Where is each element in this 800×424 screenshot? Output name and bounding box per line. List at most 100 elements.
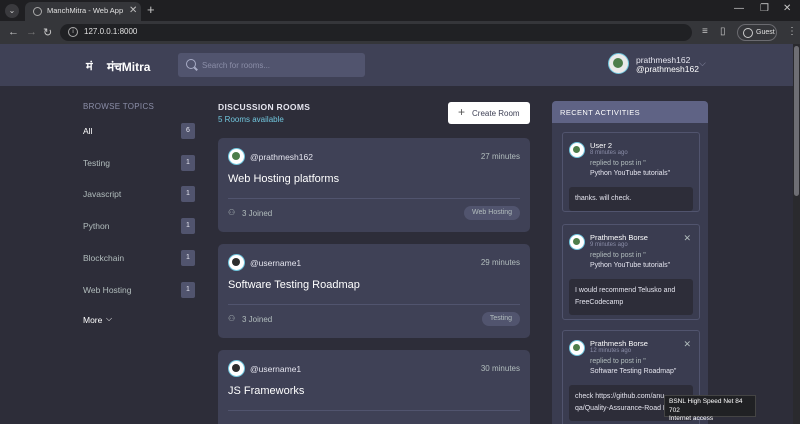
activity-avatar[interactable]	[569, 234, 585, 250]
topic-item-python[interactable]: Python 1	[83, 218, 195, 234]
activity-time: 8 minutes ago	[590, 150, 628, 156]
activity-user[interactable]: Prathmesh Borse	[590, 339, 648, 348]
room-divider	[228, 304, 520, 305]
back-arrow-icon[interactable]: ←	[8, 26, 19, 38]
topic-item-web-hosting[interactable]: Web Hosting 1	[83, 282, 195, 298]
topic-item-testing[interactable]: Testing 1	[83, 155, 195, 171]
window-close-icon[interactable]: ✕	[783, 3, 791, 14]
activity-user[interactable]: User 2	[590, 141, 612, 150]
activity-text: replied to post in "	[590, 252, 646, 259]
activity-avatar[interactable]	[569, 142, 585, 158]
room-name[interactable]: Web Hosting platforms	[228, 173, 339, 185]
logo-icon[interactable]: मं	[86, 59, 93, 74]
activities-header: RECENT ACTIVITIES	[552, 101, 708, 123]
topic-item-blockchain[interactable]: Blockchain 1	[83, 250, 195, 266]
browse-topics-heading: BROWSE TOPICS	[83, 102, 155, 111]
topic-label: Python	[83, 221, 110, 231]
room-time: 27 minutes	[480, 152, 520, 161]
room-card[interactable]: @username1 29 minutes Software Testing R…	[218, 244, 530, 338]
chevron-down-icon[interactable]: ⌵	[106, 314, 112, 324]
address-bar[interactable]: i 127.0.0.1:8000	[60, 24, 692, 41]
rooms-title: DISCUSSION ROOMS	[218, 102, 311, 112]
user-handle[interactable]: @prathmesh162	[636, 64, 699, 74]
scrollbar-thumb[interactable]	[794, 46, 799, 196]
room-card[interactable]: @prathmesh162 27 minutes Web Hosting pla…	[218, 138, 530, 232]
activity-room[interactable]: Python YouTube tutorials"	[590, 262, 670, 269]
media-controls-icon[interactable]: ≡	[702, 26, 708, 37]
person-icon	[743, 28, 753, 38]
activity-text: replied to post in "	[590, 160, 646, 167]
guest-label: Guest	[756, 29, 775, 36]
more-topics-link[interactable]: More	[83, 315, 102, 325]
create-room-button[interactable]: + Create Room	[448, 102, 530, 124]
reload-icon[interactable]: ↻	[43, 26, 52, 39]
side-panel-icon[interactable]: ▯	[720, 26, 726, 37]
topic-count: 1	[181, 186, 195, 202]
room-name[interactable]: JS Frameworks	[228, 385, 304, 397]
room-host[interactable]: @username1	[250, 258, 301, 268]
activity-card: User 2 8 minutes ago replied to post in …	[562, 132, 700, 212]
guest-profile-button[interactable]: Guest	[737, 24, 777, 41]
topic-count: 1	[181, 282, 195, 298]
maximize-icon[interactable]: ❐	[760, 3, 769, 14]
activity-card: Prathmesh Borse 9 minutes ago ✕ replied …	[562, 224, 700, 320]
topic-label: Javascript	[83, 189, 122, 199]
people-icon: ⚇	[228, 314, 236, 323]
minimize-icon[interactable]: —	[734, 3, 744, 14]
tooltip-line: Internet access	[669, 415, 714, 422]
tab-search-icon[interactable]: ⌄	[5, 4, 19, 18]
topic-item-all[interactable]: All 6	[83, 123, 195, 139]
room-topic-tag[interactable]: Web Hosting	[464, 206, 520, 220]
activities-title: RECENT ACTIVITIES	[560, 108, 641, 117]
room-joined: 3 Joined	[242, 209, 273, 218]
room-divider	[228, 198, 520, 199]
activity-time: 9 minutes ago	[590, 242, 628, 248]
url-text: 127.0.0.1:8000	[84, 27, 138, 36]
room-joined: 3 Joined	[242, 315, 273, 324]
activity-message: I would recommend Telusko and FreeCodeca…	[569, 279, 693, 315]
room-host[interactable]: @username1	[250, 364, 301, 374]
new-tab-icon[interactable]: +	[147, 2, 155, 17]
topic-label: All	[83, 126, 93, 136]
globe-icon	[33, 7, 42, 16]
topic-count: 1	[181, 250, 195, 266]
recent-activities-panel: RECENT ACTIVITIES User 2 8 minutes ago r…	[552, 101, 708, 424]
room-name[interactable]: Software Testing Roadmap	[228, 279, 360, 291]
topic-label: Testing	[83, 158, 110, 168]
browser-toolbar: ← → ↻ i 127.0.0.1:8000 ≡ ▯ Guest ⋮	[0, 21, 800, 44]
browser-tab[interactable]: ManchMitra - Web App for Co ✕	[25, 2, 141, 21]
activity-avatar[interactable]	[569, 340, 585, 356]
room-time: 30 minutes	[480, 364, 520, 373]
activity-time: 12 minutes ago	[590, 348, 632, 354]
more-options-icon[interactable]: ⋮	[787, 26, 797, 37]
search-icon	[186, 59, 196, 69]
browser-tab-bar: ⌄ ManchMitra - Web App for Co ✕ + — ❐ ✕	[0, 0, 800, 21]
host-avatar[interactable]	[228, 360, 245, 377]
topic-count: 1	[181, 155, 195, 171]
activity-room[interactable]: Python YouTube tutorials"	[590, 170, 670, 177]
chevron-down-icon[interactable]: ⌵	[699, 58, 706, 69]
rooms-count: 5 Rooms available	[218, 115, 284, 124]
room-host[interactable]: @prathmesh162	[250, 152, 313, 162]
host-avatar[interactable]	[228, 254, 245, 271]
host-avatar[interactable]	[228, 148, 245, 165]
topic-count: 1	[181, 218, 195, 234]
topic-count: 6	[181, 123, 195, 139]
forward-arrow-icon[interactable]: →	[26, 26, 37, 38]
activity-room[interactable]: Software Testing Roadmap"	[590, 368, 676, 375]
activity-user[interactable]: Prathmesh Borse	[590, 233, 648, 242]
close-icon[interactable]: ✕	[683, 339, 691, 350]
close-icon[interactable]: ✕	[129, 5, 137, 16]
room-card[interactable]: @username1 30 minutes JS Frameworks	[218, 350, 530, 424]
topic-item-javascript[interactable]: Javascript 1	[83, 186, 195, 202]
room-topic-tag[interactable]: Testing	[481, 312, 520, 326]
activity-message: thanks. will check.	[569, 187, 693, 211]
info-icon[interactable]: i	[68, 27, 78, 37]
page-scrollbar[interactable]	[793, 44, 800, 424]
user-avatar[interactable]	[608, 53, 629, 74]
search-input[interactable]	[202, 57, 357, 73]
app-header: मं मंचMitra prathmesh162 @prathmesh162 ⌵	[0, 44, 800, 86]
close-icon[interactable]: ✕	[683, 233, 691, 244]
create-room-label: Create Room	[472, 109, 520, 118]
logo-text[interactable]: मंचMitra	[107, 58, 150, 75]
